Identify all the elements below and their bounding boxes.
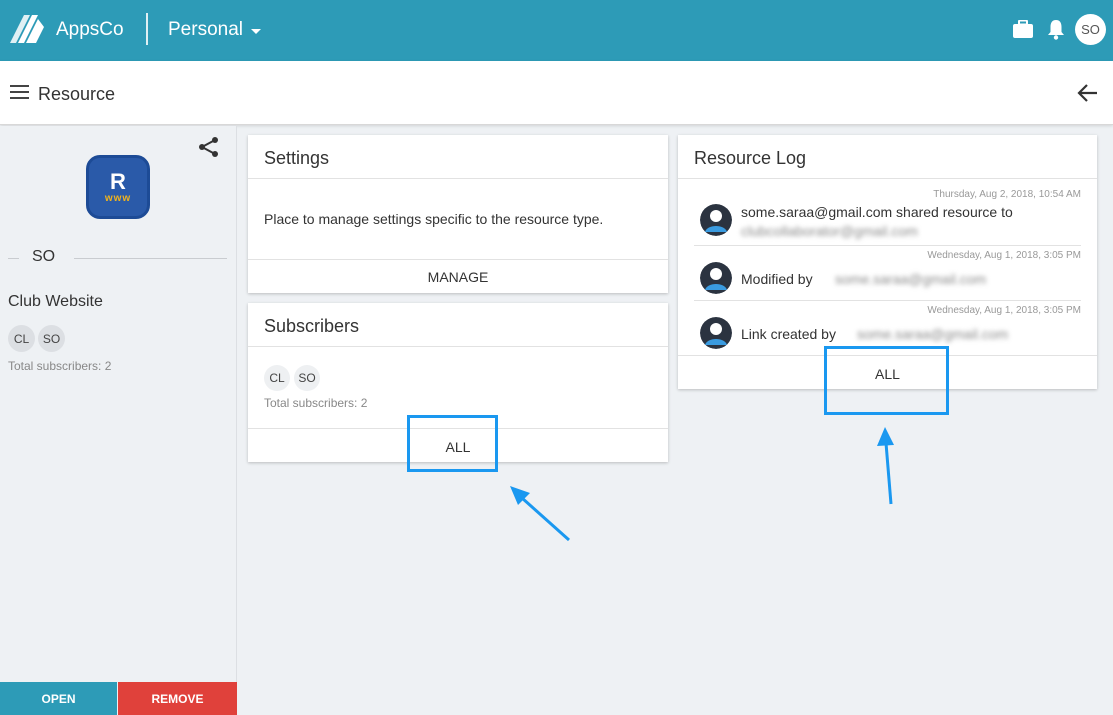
arrow-icon xyxy=(877,427,894,505)
arrow-icon xyxy=(510,486,570,542)
annotation-arrows xyxy=(510,427,894,542)
